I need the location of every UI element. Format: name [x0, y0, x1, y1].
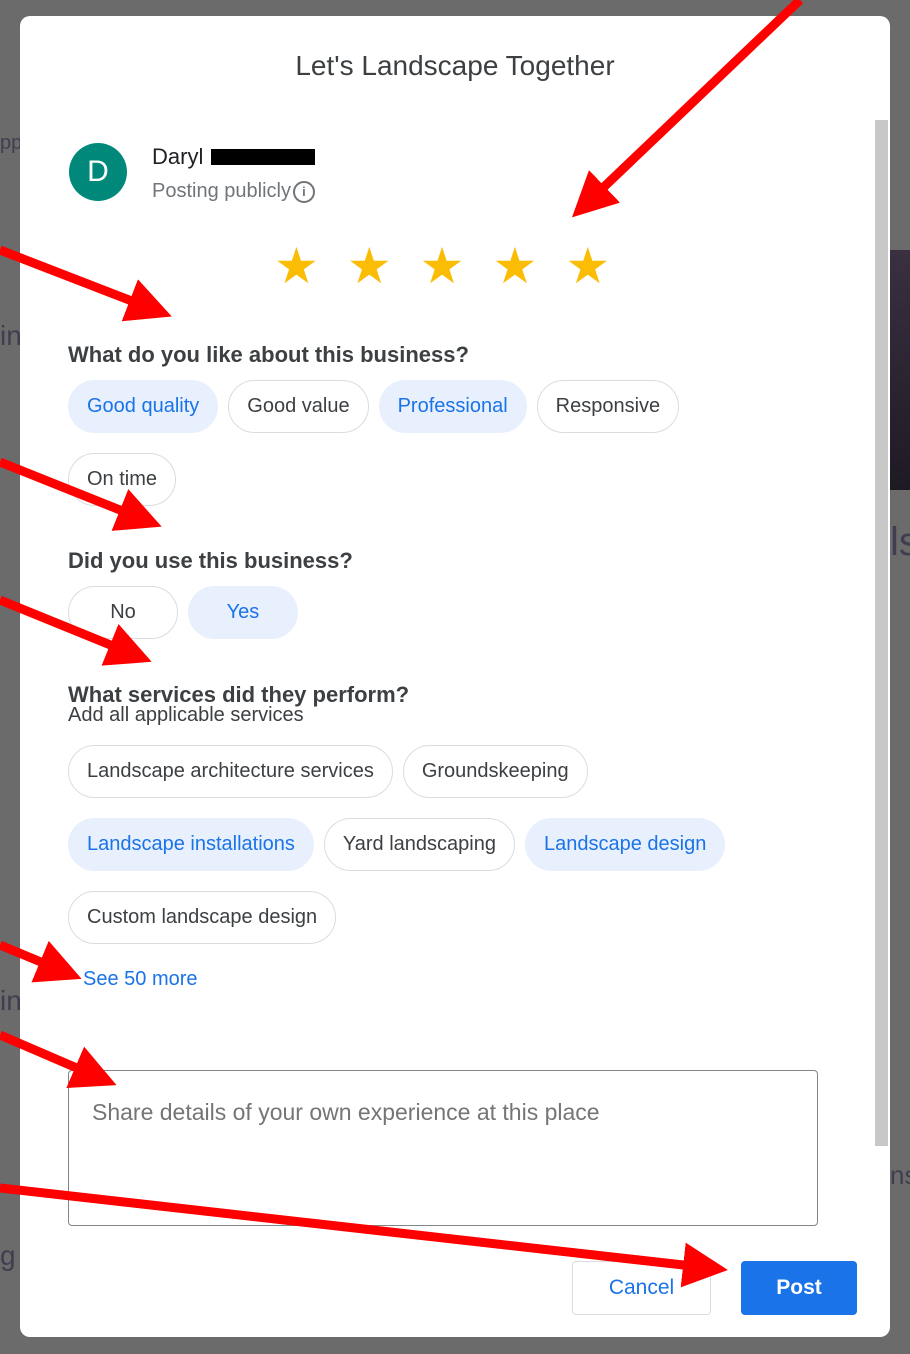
- scrollbar[interactable]: [875, 120, 888, 1146]
- chip-groundskeeping[interactable]: Groundskeeping: [402, 745, 588, 798]
- background-text: pp: [0, 132, 23, 154]
- info-icon[interactable]: i: [292, 180, 315, 203]
- background-text: g: [0, 1240, 16, 1271]
- chip-professional[interactable]: Professional: [378, 380, 527, 433]
- star-icon[interactable]: ★: [565, 238, 610, 294]
- see-more-link[interactable]: See 50 more: [83, 968, 198, 991]
- background-text: in: [0, 320, 22, 351]
- chip-yes[interactable]: Yes: [188, 586, 298, 639]
- chip-custom-landscape-design[interactable]: Custom landscape design: [68, 891, 337, 944]
- background-text: in: [0, 985, 22, 1016]
- question-like: What do you like about this business?: [68, 342, 469, 367]
- star-rating[interactable]: ★ ★ ★ ★ ★: [274, 238, 610, 294]
- chip-good-value[interactable]: Good value: [228, 380, 369, 433]
- post-button[interactable]: Post: [741, 1261, 857, 1315]
- chip-yard-landscaping[interactable]: Yard landscaping: [323, 818, 515, 871]
- chip-landscape-design[interactable]: Landscape design: [525, 818, 726, 871]
- star-icon[interactable]: ★: [274, 238, 319, 294]
- chip-no[interactable]: No: [68, 586, 178, 639]
- like-chips: Good quality Good value Professional Respon…: [68, 380, 788, 506]
- chip-responsive[interactable]: Responsive: [536, 380, 680, 433]
- background-text: ls: [890, 520, 910, 564]
- dialog-title: Let's Landscape Together: [295, 50, 615, 81]
- background-text: ns: [890, 1160, 910, 1190]
- cancel-button[interactable]: Cancel: [572, 1261, 711, 1315]
- user-first-name: Daryl: [152, 144, 204, 169]
- background-image: [890, 250, 910, 490]
- star-icon[interactable]: ★: [492, 238, 537, 294]
- chip-on-time[interactable]: On time: [68, 453, 177, 506]
- service-chips: Landscape architecture services Groundske…: [68, 745, 788, 944]
- visibility-label: Posting publicly: [152, 180, 291, 202]
- star-icon[interactable]: ★: [420, 238, 465, 294]
- review-textarea[interactable]: [68, 1070, 818, 1226]
- avatar: D: [69, 143, 127, 201]
- chip-good-quality[interactable]: Good quality: [68, 380, 219, 433]
- user-name: Daryl: [152, 144, 316, 170]
- review-dialog: Let's Landscape Together D Daryl Posting…: [20, 16, 890, 1337]
- redacted-surname: [211, 149, 316, 165]
- posting-publicly: Posting publicly i: [152, 180, 315, 203]
- question-used: Did you use this business?: [68, 548, 353, 573]
- chip-landscape-installations[interactable]: Landscape installations: [68, 818, 314, 871]
- chip-landscape-architecture-services[interactable]: Landscape architecture services: [68, 745, 393, 798]
- star-icon[interactable]: ★: [347, 238, 392, 294]
- used-chips: No Yes: [68, 586, 788, 639]
- services-hint: Add all applicable services: [68, 704, 304, 726]
